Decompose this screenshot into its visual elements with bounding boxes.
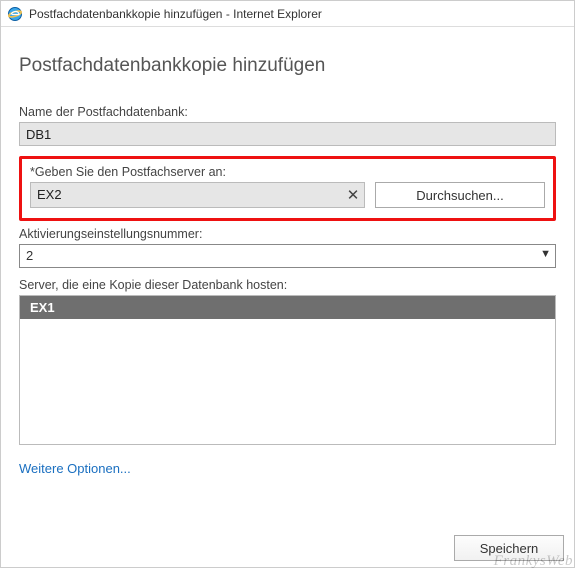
activation-pref-label: Aktivierungseinstellungsnummer:: [19, 227, 556, 241]
window-title: Postfachdatenbankkopie hinzufügen - Inte…: [29, 7, 322, 21]
window-titlebar: Postfachdatenbankkopie hinzufügen - Inte…: [1, 1, 574, 27]
ie-icon: [7, 6, 23, 22]
list-item[interactable]: EX1: [20, 296, 555, 319]
db-name-field: DB1: [19, 122, 556, 146]
dialog-content: Postfachdatenbankkopie hinzufügen Name d…: [1, 27, 574, 486]
activation-pref-select[interactable]: 2: [19, 244, 556, 268]
hosting-servers-list[interactable]: EX1: [19, 295, 556, 445]
save-button[interactable]: Speichern: [454, 535, 564, 561]
more-options-link[interactable]: Weitere Optionen...: [19, 461, 131, 476]
dialog-footer: Speichern: [454, 535, 564, 561]
clear-icon[interactable]: ✕: [342, 184, 364, 206]
page-title: Postfachdatenbankkopie hinzufügen: [19, 55, 556, 77]
browse-button[interactable]: Durchsuchen...: [375, 182, 545, 208]
mailbox-server-input-wrap: EX2 ✕: [30, 182, 365, 208]
db-name-label: Name der Postfachdatenbank:: [19, 105, 556, 119]
mailbox-server-highlight: *Geben Sie den Postfachserver an: EX2 ✕ …: [19, 156, 556, 221]
mailbox-server-label: *Geben Sie den Postfachserver an:: [30, 165, 545, 179]
mailbox-server-input[interactable]: EX2: [31, 182, 342, 208]
hosting-servers-label: Server, die eine Kopie dieser Datenbank …: [19, 278, 556, 292]
